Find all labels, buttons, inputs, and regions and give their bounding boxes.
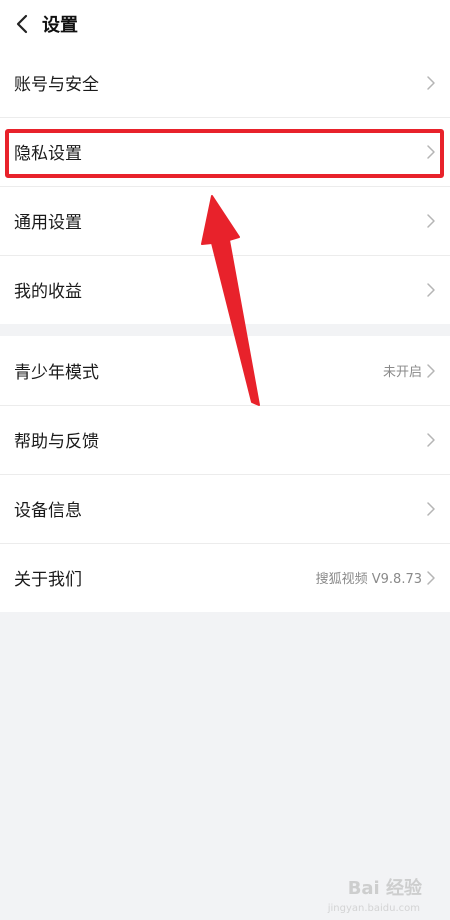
- settings-screen: 设置 账号与安全 隐私设置 通用设置 我的收益 青少年模式 未开启 帮助与反馈 …: [0, 0, 450, 920]
- row-value: 未开启: [382, 365, 422, 380]
- watermark-text: Bai 经验: [347, 878, 422, 899]
- chevron-right-icon: [426, 213, 436, 229]
- row-general-settings[interactable]: 通用设置: [0, 186, 450, 255]
- chevron-left-icon: [16, 14, 28, 34]
- row-label: 关于我们: [14, 570, 82, 590]
- chevron-right-icon: [426, 501, 436, 517]
- row-label: 账号与安全: [14, 75, 99, 95]
- row-help-feedback[interactable]: 帮助与反馈: [0, 405, 450, 474]
- chevron-right-icon: [426, 282, 436, 298]
- row-my-earnings[interactable]: 我的收益: [0, 255, 450, 324]
- row-label: 通用设置: [14, 213, 82, 233]
- row-account-security[interactable]: 账号与安全: [0, 48, 450, 117]
- chevron-right-icon: [426, 363, 436, 379]
- row-label: 隐私设置: [14, 144, 82, 164]
- back-button[interactable]: [2, 0, 42, 48]
- baidu-watermark: Bai 经验: [348, 874, 422, 900]
- row-privacy-settings[interactable]: 隐私设置: [0, 117, 450, 186]
- page-title: 设置: [42, 15, 78, 36]
- row-device-info[interactable]: 设备信息: [0, 474, 450, 543]
- row-label: 我的收益: [14, 282, 82, 302]
- row-teen-mode[interactable]: 青少年模式 未开启: [0, 336, 450, 405]
- settings-group-account: 账号与安全 隐私设置 通用设置 我的收益: [0, 48, 450, 324]
- row-label: 青少年模式: [14, 363, 99, 383]
- row-about-us[interactable]: 关于我们 搜狐视频 V9.8.73: [0, 543, 450, 612]
- chevron-right-icon: [426, 75, 436, 91]
- row-label: 设备信息: [14, 501, 82, 521]
- row-value: 搜狐视频 V9.8.73: [315, 572, 422, 587]
- watermark-subtext: jingyan.baidu.com: [327, 903, 420, 914]
- chevron-right-icon: [426, 570, 436, 586]
- settings-group-other: 青少年模式 未开启 帮助与反馈 设备信息 关于我们 搜狐视频 V9.8.73: [0, 336, 450, 612]
- chevron-right-icon: [426, 432, 436, 448]
- chevron-right-icon: [426, 144, 436, 160]
- nav-header: 设置: [0, 0, 450, 48]
- row-label: 帮助与反馈: [14, 432, 99, 452]
